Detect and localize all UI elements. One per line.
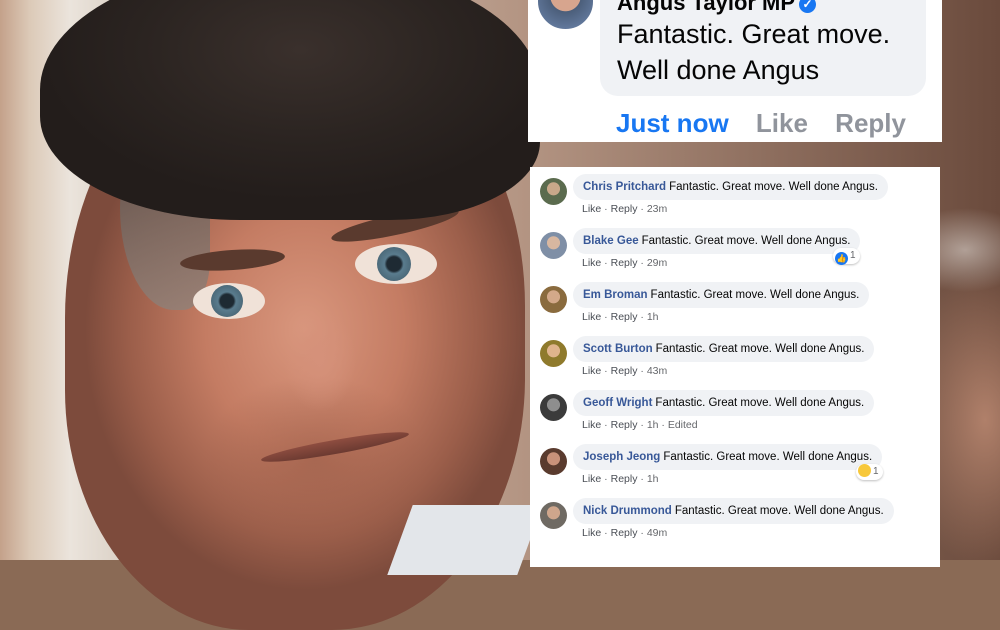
like-button[interactable]: Like (582, 473, 601, 485)
featured-comment-author: Angus Taylor MP ✓ (617, 0, 817, 16)
commenter-name[interactable]: Chris Pritchard (583, 181, 666, 193)
list-item: Em Broman Fantastic. Great move. Well don… (530, 280, 940, 334)
comment-text: Fantastic. Great move. Well done Angus. (669, 181, 878, 193)
like-button[interactable]: Like (582, 365, 601, 377)
portrait-eye-left (193, 283, 265, 319)
commenter-name[interactable]: Geoff Wright (583, 397, 652, 409)
comment-actions: Like · Reply · 23m (582, 203, 668, 215)
reaction-badge[interactable]: 1 (856, 464, 883, 480)
list-item: Nick Drummond Fantastic. Great move. Well… (530, 496, 940, 550)
reply-button[interactable]: Reply (611, 365, 638, 377)
comment-actions: Like · Reply · 1h (582, 311, 659, 323)
reaction-badge[interactable]: 👍 1 (833, 248, 860, 265)
author-name[interactable]: Angus Taylor MP (617, 0, 795, 15)
like-reaction-icon: 👍 (835, 252, 848, 265)
comment-timestamp[interactable]: 29m (647, 257, 667, 269)
avatar[interactable] (540, 286, 567, 313)
comment-timestamp[interactable]: 1h (647, 419, 659, 431)
commenter-name[interactable]: Nick Drummond (583, 505, 672, 517)
commenter-name[interactable]: Joseph Jeong (583, 451, 660, 463)
comment-actions: Like · Reply · 29m (582, 257, 668, 269)
portrait-hair (40, 0, 540, 220)
comment-bubble: Scott Burton Fantastic. Great move. Well … (573, 336, 875, 362)
like-button[interactable]: Like (582, 527, 601, 539)
list-item: Geoff Wright Fantastic. Great move. Well … (530, 388, 940, 442)
comment-timestamp[interactable]: Just now (616, 108, 729, 138)
comment-timestamp[interactable]: 1h (647, 473, 659, 485)
reply-button[interactable]: Reply (611, 473, 638, 485)
comment-timestamp[interactable]: 43m (647, 365, 667, 377)
avatar[interactable] (540, 340, 567, 367)
reaction-count: 1 (873, 466, 879, 477)
list-item: Joseph Jeong Fantastic. Great move. Well … (530, 442, 940, 496)
comment-bubble: Geoff Wright Fantastic. Great move. Well … (573, 390, 875, 416)
featured-comment-actions: Just now Like Reply (616, 108, 926, 139)
reply-button[interactable]: Reply (611, 203, 638, 215)
reaction-count: 1 (850, 250, 856, 261)
portrait-nose (275, 290, 365, 420)
reply-button[interactable]: Reply (611, 257, 638, 269)
edited-label: Edited (667, 419, 698, 431)
comment-text: Fantastic. Great move. Well done Angus. (650, 289, 860, 301)
portrait-eye-right (355, 244, 437, 284)
commenter-name[interactable]: Blake Gee (583, 235, 639, 247)
reply-button[interactable]: Reply (611, 527, 638, 539)
avatar[interactable] (540, 448, 567, 475)
featured-comment-bubble: Angus Taylor MP ✓ Fantastic. Great move. … (600, 0, 926, 96)
like-button[interactable]: Like (582, 311, 601, 323)
avatar[interactable] (540, 394, 567, 421)
portrait-mouth (259, 427, 411, 467)
avatar[interactable] (540, 232, 567, 259)
comment-actions: Like · Reply · 1h · Edited (582, 419, 698, 431)
comment-actions: Like · Reply · 43m (582, 365, 668, 377)
portrait-collar (387, 505, 543, 575)
comment-timestamp[interactable]: 23m (647, 203, 667, 215)
comment-bubble: Joseph Jeong Fantastic. Great move. Well … (573, 444, 883, 470)
like-button[interactable]: Like (756, 108, 808, 138)
verified-check-icon: ✓ (799, 0, 817, 13)
comment-bubble: Chris Pritchard Fantastic. Great move. We… (573, 174, 888, 200)
like-button[interactable]: Like (582, 203, 601, 215)
commenter-name[interactable]: Scott Burton (583, 343, 653, 355)
featured-comment-card: Angus Taylor MP ✓ Fantastic. Great move. … (528, 0, 942, 142)
reply-button[interactable]: Reply (835, 108, 906, 138)
haha-reaction-icon (858, 464, 871, 477)
like-button[interactable]: Like (582, 257, 601, 269)
reply-button[interactable]: Reply (611, 419, 638, 431)
comment-actions: Like · Reply · 1h (582, 473, 659, 485)
comment-text: Fantastic. Great move. Well done Angus. (663, 451, 873, 463)
comment-bubble: Nick Drummond Fantastic. Great move. Well… (573, 498, 894, 524)
commenter-name[interactable]: Em Broman (583, 289, 648, 301)
comment-actions: Like · Reply · 49m (582, 527, 668, 539)
list-item: Chris Pritchard Fantastic. Great move. We… (530, 172, 940, 226)
comment-text: Fantastic. Great move. Well done Angus. (674, 505, 884, 517)
list-item: Blake Gee Fantastic. Great move. Well don… (530, 226, 940, 280)
avatar[interactable] (540, 502, 567, 529)
comment-timestamp[interactable]: 1h (647, 311, 659, 323)
author-avatar[interactable] (536, 0, 595, 31)
comment-text: Fantastic. Great move. Well done Angus. (641, 235, 851, 247)
comment-list: Chris Pritchard Fantastic. Great move. We… (530, 167, 940, 567)
like-button[interactable]: Like (582, 419, 601, 431)
featured-comment-text: Fantastic. Great move. Well done Angus (617, 19, 891, 85)
comment-text: Fantastic. Great move. Well done Angus. (655, 397, 865, 409)
list-item: Scott Burton Fantastic. Great move. Well … (530, 334, 940, 388)
comment-bubble: Em Broman Fantastic. Great move. Well don… (573, 282, 870, 308)
comment-bubble: Blake Gee Fantastic. Great move. Well don… (573, 228, 861, 254)
comment-text: Fantastic. Great move. Well done Angus. (655, 343, 865, 355)
comment-timestamp[interactable]: 49m (647, 527, 667, 539)
reply-button[interactable]: Reply (611, 311, 638, 323)
avatar[interactable] (540, 178, 567, 205)
